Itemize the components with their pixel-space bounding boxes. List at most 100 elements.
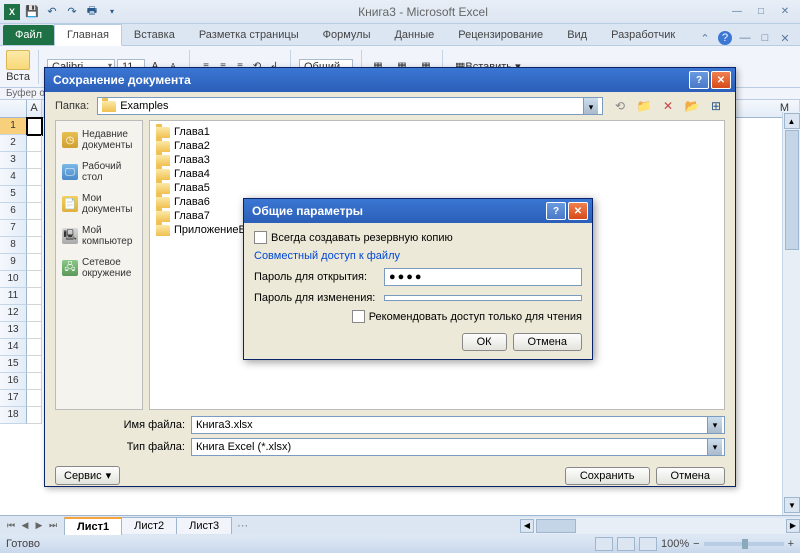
cell[interactable] xyxy=(27,118,42,135)
maximize-button[interactable]: □ xyxy=(750,4,772,20)
zoom-slider[interactable] xyxy=(704,542,784,546)
row-header[interactable]: 2 xyxy=(0,135,27,152)
filetype-combo[interactable]: Книга Excel (*.xlsx) xyxy=(191,438,725,456)
backup-checkbox[interactable] xyxy=(254,231,267,244)
list-item[interactable]: Глава2 xyxy=(154,139,720,153)
row-header[interactable]: 3 xyxy=(0,152,27,169)
list-item[interactable]: Глава3 xyxy=(154,153,720,167)
pwd-modify-input[interactable] xyxy=(384,295,582,301)
cell[interactable] xyxy=(27,356,42,373)
place-network[interactable]: 🖧Сетевое окружение xyxy=(60,253,138,283)
row-header[interactable]: 5 xyxy=(0,186,27,203)
tab-view[interactable]: Вид xyxy=(555,25,599,45)
tab-review[interactable]: Рецензирование xyxy=(446,25,555,45)
row-header[interactable]: 17 xyxy=(0,390,27,407)
row-header[interactable]: 18 xyxy=(0,407,27,424)
cell[interactable] xyxy=(27,390,42,407)
row-header[interactable]: 10 xyxy=(0,271,27,288)
workbook-maximize-icon[interactable]: □ xyxy=(758,31,772,45)
up-icon[interactable]: 📁 xyxy=(635,97,653,115)
close-button[interactable]: ✕ xyxy=(774,4,796,20)
cell[interactable] xyxy=(27,135,42,152)
row-header[interactable]: 7 xyxy=(0,220,27,237)
newfolder-icon[interactable]: 📂 xyxy=(683,97,701,115)
sheet-nav-first-icon[interactable]: ⏮ xyxy=(4,520,18,531)
sheet-nav-next-icon[interactable]: ▶ xyxy=(32,520,46,531)
options-help-button[interactable]: ? xyxy=(546,202,566,220)
row-header[interactable]: 16 xyxy=(0,373,27,390)
view-normal-icon[interactable] xyxy=(595,537,613,551)
save-button[interactable]: Сохранить xyxy=(565,467,650,485)
row-header[interactable]: 11 xyxy=(0,288,27,305)
row-header[interactable]: 1 xyxy=(0,118,27,135)
service-button[interactable]: Сервис ▾ xyxy=(55,466,120,485)
workbook-close-icon[interactable]: ✕ xyxy=(778,31,792,45)
cell[interactable] xyxy=(27,237,42,254)
minimize-button[interactable]: — xyxy=(726,4,748,20)
options-ok-button[interactable]: ОК xyxy=(462,333,507,351)
cell[interactable] xyxy=(27,220,42,237)
tab-home[interactable]: Главная xyxy=(54,24,122,46)
tab-insert[interactable]: Вставка xyxy=(122,25,187,45)
place-mycomp[interactable]: 🖳Мой компьютер xyxy=(60,221,138,251)
tab-developer[interactable]: Разработчик xyxy=(599,25,687,45)
cell[interactable] xyxy=(27,407,42,424)
collapse-ribbon-icon[interactable]: ⌃ xyxy=(698,31,712,45)
vertical-scrollbar[interactable]: ▲ ▼ xyxy=(782,112,800,515)
list-item[interactable]: Глава4 xyxy=(154,167,720,181)
sheet-nav-prev-icon[interactable]: ◀ xyxy=(18,520,32,531)
tab-formulas[interactable]: Формулы xyxy=(311,25,383,45)
file-tab[interactable]: Файл xyxy=(3,25,54,45)
cell[interactable] xyxy=(27,169,42,186)
redo-icon[interactable]: ↷ xyxy=(64,4,80,20)
zoom-in-icon[interactable]: + xyxy=(788,538,794,550)
cell[interactable] xyxy=(27,203,42,220)
scroll-down-icon[interactable]: ▼ xyxy=(784,497,800,513)
horizontal-scrollbar[interactable]: ◀ ▶ xyxy=(520,518,800,534)
pwd-open-input[interactable]: ●●●● xyxy=(384,268,582,286)
dialog-help-button[interactable]: ? xyxy=(689,71,709,89)
cell[interactable] xyxy=(27,186,42,203)
row-header[interactable]: 14 xyxy=(0,339,27,356)
sheet-nav-last-icon[interactable]: ⏭ xyxy=(46,520,60,531)
delete-icon[interactable]: ✕ xyxy=(659,97,677,115)
cell[interactable] xyxy=(27,339,42,356)
place-desktop[interactable]: 🖵Рабочий стол xyxy=(60,157,138,187)
filename-input[interactable]: Книга3.xlsx xyxy=(191,416,725,434)
readonly-checkbox[interactable] xyxy=(352,310,365,323)
new-sheet-icon[interactable]: ⋯ xyxy=(231,519,254,532)
file-sharing-link[interactable]: Совместный доступ к файлу xyxy=(254,250,582,262)
undo-icon[interactable]: ↶ xyxy=(44,4,60,20)
hscroll-left-icon[interactable]: ◀ xyxy=(520,519,534,533)
save-icon[interactable]: 💾 xyxy=(24,4,40,20)
row-header[interactable]: 13 xyxy=(0,322,27,339)
row-header[interactable]: 6 xyxy=(0,203,27,220)
sheet-tab-3[interactable]: Лист3 xyxy=(176,517,232,534)
row-header[interactable]: 9 xyxy=(0,254,27,271)
options-cancel-button[interactable]: Отмена xyxy=(513,333,582,351)
views-icon[interactable]: ⊞ xyxy=(707,97,725,115)
row-header[interactable]: 8 xyxy=(0,237,27,254)
workbook-minimize-icon[interactable]: — xyxy=(738,31,752,45)
row-header[interactable]: 15 xyxy=(0,356,27,373)
back-icon[interactable]: ⟲ xyxy=(611,97,629,115)
paste-icon[interactable] xyxy=(6,50,30,70)
cell[interactable] xyxy=(27,322,42,339)
select-all-corner[interactable] xyxy=(0,100,27,117)
row-header[interactable]: 12 xyxy=(0,305,27,322)
col-header-a[interactable]: A xyxy=(27,100,42,117)
zoom-out-icon[interactable]: − xyxy=(693,538,699,550)
qat-dropdown-icon[interactable]: ▾ xyxy=(104,4,120,20)
help-icon[interactable]: ? xyxy=(718,31,732,45)
folder-combo[interactable]: Examples xyxy=(97,97,603,115)
tab-pagelayout[interactable]: Разметка страницы xyxy=(187,25,311,45)
print-icon[interactable]: 🖶 xyxy=(84,4,100,20)
hscroll-thumb[interactable] xyxy=(536,519,576,533)
cell[interactable] xyxy=(27,254,42,271)
hscroll-right-icon[interactable]: ▶ xyxy=(786,519,800,533)
vscroll-thumb[interactable] xyxy=(785,130,799,250)
sheet-tab-2[interactable]: Лист2 xyxy=(121,517,177,534)
row-header[interactable]: 4 xyxy=(0,169,27,186)
cell[interactable] xyxy=(27,373,42,390)
view-pagelayout-icon[interactable] xyxy=(617,537,635,551)
